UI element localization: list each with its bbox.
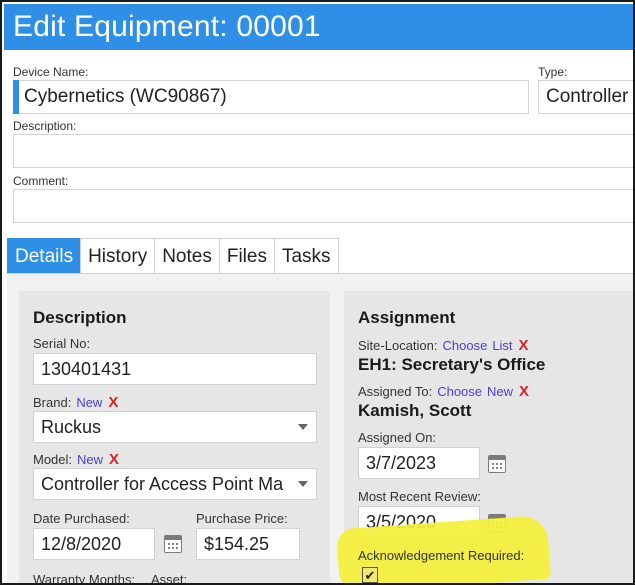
description-panel-title: Description — [33, 308, 127, 327]
brand-value: Ruckus — [41, 416, 102, 437]
serial-value: 130401431 — [41, 358, 132, 379]
purchase-price-value: $154.25 — [204, 533, 270, 554]
date-purchased-value: 12/8/2020 — [41, 533, 122, 554]
description-panel: Description Serial No: 130401431 Brand: N… — [19, 291, 330, 585]
comment-input[interactable] — [13, 189, 633, 223]
purchase-price-label: Purchase Price: — [196, 511, 288, 526]
description-label: Description: — [13, 119, 77, 133]
ack-label: Acknowledgement Required: — [358, 548, 525, 563]
device-name-value: Cybernetics (WC90867) — [24, 86, 227, 107]
type-label: Type: — [538, 65, 568, 79]
brand-select[interactable]: Ruckus — [33, 411, 317, 443]
date-purchased-input[interactable]: 12/8/2020 — [33, 528, 155, 560]
brand-label: Brand: — [33, 395, 72, 410]
assigned-on-value: 3/7/2023 — [366, 452, 437, 473]
model-remove-icon[interactable]: X — [109, 451, 119, 468]
model-label: Model: — [33, 452, 73, 467]
tab-notes[interactable]: Notes — [154, 238, 220, 274]
review-label: Most Recent Review: — [358, 489, 481, 504]
chevron-down-icon — [298, 481, 308, 487]
site-remove-icon[interactable]: X — [519, 337, 529, 354]
model-value: Controller for Access Point Ma — [41, 473, 284, 494]
tab-history[interactable]: History — [80, 238, 156, 274]
type-select[interactable]: Controller — [538, 80, 633, 114]
calendar-icon[interactable] — [488, 455, 506, 473]
brand-new-link[interactable]: New — [76, 395, 102, 410]
comment-label: Comment: — [13, 174, 69, 188]
page-title: Edit Equipment: 00001 — [4, 4, 633, 50]
tab-tasks[interactable]: Tasks — [273, 238, 339, 274]
brand-label-row: Brand: New X — [33, 394, 118, 411]
model-new-link[interactable]: New — [77, 452, 103, 467]
model-label-row: Model: New X — [33, 451, 119, 468]
site-label-row: Site-Location: Choose List X — [358, 337, 529, 354]
type-value: Controller — [546, 86, 629, 107]
chevron-down-icon — [298, 424, 308, 430]
description-input[interactable] — [13, 134, 633, 168]
assigned-to-label: Assigned To: — [358, 384, 433, 399]
ack-checkbox[interactable]: ✔ — [362, 567, 378, 583]
device-name-input[interactable]: Cybernetics (WC90867) — [13, 80, 529, 114]
assigned-to-label-row: Assigned To: Choose New X — [358, 383, 529, 400]
brand-remove-icon[interactable]: X — [108, 394, 118, 411]
warranty-label: Warranty Months: — [33, 572, 136, 585]
site-label: Site-Location: — [358, 338, 438, 353]
assignment-panel-title: Assignment — [358, 308, 456, 327]
site-location-value: EH1: Secretary's Office — [358, 355, 546, 374]
serial-label: Serial No: — [33, 336, 91, 351]
assigned-to-value: Kamish, Scott — [358, 401, 472, 420]
model-select[interactable]: Controller for Access Point Ma — [33, 468, 317, 500]
date-purchased-label: Date Purchased: — [33, 511, 130, 526]
assigned-remove-icon[interactable]: X — [519, 383, 529, 400]
check-icon: ✔ — [364, 567, 376, 583]
tab-details[interactable]: Details — [7, 238, 82, 274]
purchase-price-input[interactable]: $154.25 — [196, 528, 300, 560]
assigned-new-link[interactable]: New — [487, 384, 513, 399]
tab-files[interactable]: Files — [218, 238, 275, 274]
tab-bar: Details History Notes Files Tasks — [7, 238, 339, 274]
site-choose-link[interactable]: Choose — [443, 338, 488, 353]
site-list-link[interactable]: List — [492, 338, 512, 353]
serial-input[interactable]: 130401431 — [33, 353, 317, 385]
assigned-on-input[interactable]: 3/7/2023 — [358, 447, 480, 479]
assigned-on-label: Assigned On: — [358, 430, 437, 445]
device-name-label: Device Name: — [13, 65, 89, 79]
calendar-icon[interactable] — [164, 535, 182, 553]
edit-equipment-window: Edit Equipment: 00001 Device Name: Cyber… — [0, 0, 635, 585]
asset-label: Asset: — [151, 572, 188, 585]
assigned-choose-link[interactable]: Choose — [437, 384, 482, 399]
